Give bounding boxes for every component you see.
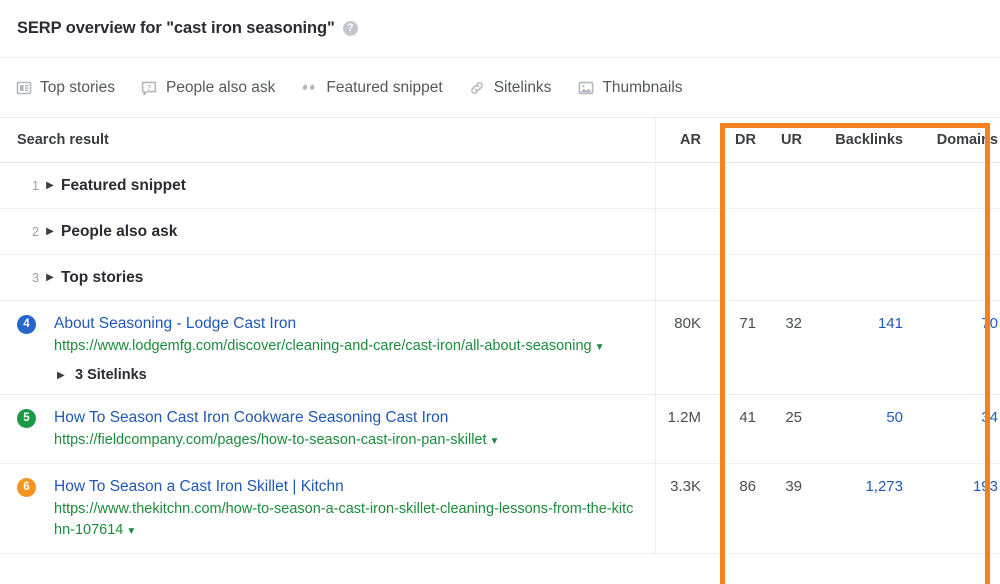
result-title-link[interactable]: How To Season a Cast Iron Skillet | Kitc… [54, 476, 640, 497]
url-dropdown-caret-icon[interactable]: ▼ [490, 436, 500, 447]
column-header-domains[interactable]: Domains [914, 132, 1000, 148]
cell-domains: 193 [914, 464, 1000, 553]
cell-backlinks: 50 [808, 395, 914, 463]
serp-feature-label: Sitelinks [494, 79, 552, 97]
ur-value: 39 [785, 478, 802, 495]
cell-ar: 1.2M [640, 395, 714, 463]
quote-icon [301, 79, 318, 96]
result-url-text: https://www.thekitchn.com/how-to-season-… [54, 501, 633, 538]
ar-value: 80K [674, 315, 701, 332]
domains-value[interactable]: 193 [973, 478, 998, 495]
result-url[interactable]: https://www.lodgemfg.com/discover/cleani… [54, 336, 640, 358]
cell-ur: 39 [762, 464, 808, 553]
dr-value: 41 [739, 409, 756, 426]
page-title: SERP overview for "cast iron seasoning" [17, 19, 335, 38]
help-icon[interactable]: ? [343, 21, 358, 36]
table-row[interactable]: 1 ▶ Featured snippet [0, 163, 1000, 209]
sitelinks-label[interactable]: 3 Sitelinks [75, 367, 147, 383]
column-header-backlinks[interactable]: Backlinks [808, 132, 914, 148]
result-url-text: https://www.lodgemfg.com/discover/cleani… [54, 338, 592, 354]
table-row[interactable]: 2 ▶ People also ask [0, 209, 1000, 255]
row-rank: 2 [17, 225, 39, 239]
domains-value[interactable]: 34 [981, 409, 998, 426]
column-header-search-result[interactable]: Search result [0, 132, 640, 148]
serp-feature-people-also-ask[interactable]: ? People also ask [141, 79, 275, 97]
serp-features-bar: Top stories ? People also ask Featured s… [0, 58, 1000, 118]
column-divider [655, 395, 656, 463]
url-dropdown-caret-icon[interactable]: ▼ [595, 342, 605, 353]
newspaper-icon [15, 79, 32, 96]
image-icon [577, 79, 594, 96]
backlinks-value[interactable]: 1,273 [865, 478, 903, 495]
table-row[interactable]: 6 How To Season a Cast Iron Skillet | Ki… [0, 464, 1000, 554]
question-bubble-icon: ? [141, 79, 158, 96]
cell-ur: 25 [762, 395, 808, 463]
column-header-ar[interactable]: AR [640, 132, 714, 148]
table-row[interactable]: 3 ▶ Top stories [0, 255, 1000, 301]
row-rank: 3 [17, 271, 39, 285]
cell-backlinks: 1,273 [808, 464, 914, 553]
column-header-ur[interactable]: UR [762, 132, 808, 148]
result-title-link[interactable]: How To Season Cast Iron Cookware Seasoni… [54, 407, 640, 428]
serp-feature-sitelinks[interactable]: Sitelinks [469, 79, 552, 97]
table-row[interactable]: 5 How To Season Cast Iron Cookware Seaso… [0, 395, 1000, 464]
serp-feature-label: Top stories [40, 79, 115, 97]
table-header-row: Search result AR DR UR Backlinks Domains [0, 118, 1000, 163]
serp-feature-label: People also ask [166, 79, 275, 97]
serp-feature-top-stories[interactable]: Top stories [15, 79, 115, 97]
serp-feature-label: Featured snippet [326, 79, 442, 97]
expand-caret-icon[interactable]: ▶ [39, 180, 61, 191]
column-header-dr[interactable]: DR [714, 132, 762, 148]
column-divider [655, 464, 656, 553]
rank-badge: 4 [17, 315, 36, 334]
cell-dr: 86 [714, 464, 762, 553]
dr-value: 86 [739, 478, 756, 495]
cell-dr: 41 [714, 395, 762, 463]
cell-backlinks: 141 [808, 301, 914, 394]
table-row[interactable]: 4 About Seasoning - Lodge Cast Iron http… [0, 301, 1000, 395]
cell-ur: 32 [762, 301, 808, 394]
serp-feature-label: Thumbnails [602, 79, 682, 97]
column-divider [655, 301, 656, 394]
serp-feature-thumbnails[interactable]: Thumbnails [577, 79, 682, 97]
result-url-text: https://fieldcompany.com/pages/how-to-se… [54, 432, 487, 448]
page-header: SERP overview for "cast iron seasoning" … [0, 0, 1000, 58]
rank-badge: 5 [17, 409, 36, 428]
dr-value: 71 [739, 315, 756, 332]
domains-value[interactable]: 70 [981, 315, 998, 332]
row-rank: 1 [17, 179, 39, 193]
cell-dr: 71 [714, 301, 762, 394]
column-divider [655, 209, 656, 254]
ur-value: 32 [785, 315, 802, 332]
expand-caret-icon[interactable]: ▶ [39, 226, 61, 237]
cell-ar: 80K [640, 301, 714, 394]
link-icon [469, 79, 486, 96]
feature-title[interactable]: People also ask [61, 223, 177, 241]
svg-text:?: ? [147, 83, 152, 92]
ar-value: 1.2M [668, 409, 701, 426]
rank-badge: 6 [17, 478, 36, 497]
cell-ar: 3.3K [640, 464, 714, 553]
result-url[interactable]: https://www.thekitchn.com/how-to-season-… [54, 499, 640, 542]
ur-value: 25 [785, 409, 802, 426]
backlinks-value[interactable]: 50 [886, 409, 903, 426]
cell-domains: 70 [914, 301, 1000, 394]
serp-feature-featured-snippet[interactable]: Featured snippet [301, 79, 442, 97]
result-url[interactable]: https://fieldcompany.com/pages/how-to-se… [54, 430, 640, 452]
feature-title[interactable]: Featured snippet [61, 177, 186, 195]
column-divider [655, 163, 656, 208]
feature-title[interactable]: Top stories [61, 269, 143, 287]
expand-caret-icon[interactable]: ▶ [39, 272, 61, 283]
result-title-link[interactable]: About Seasoning - Lodge Cast Iron [54, 313, 640, 334]
serp-results-table: Search result AR DR UR Backlinks Domains… [0, 118, 1000, 554]
sitelinks-caret-icon[interactable]: ▶ [57, 370, 75, 381]
sitelinks-toggle[interactable]: ▶ 3 Sitelinks [54, 367, 640, 383]
backlinks-value[interactable]: 141 [878, 315, 903, 332]
ar-value: 3.3K [670, 478, 701, 495]
column-divider [655, 255, 656, 300]
cell-domains: 34 [914, 395, 1000, 463]
url-dropdown-caret-icon[interactable]: ▼ [126, 526, 136, 537]
